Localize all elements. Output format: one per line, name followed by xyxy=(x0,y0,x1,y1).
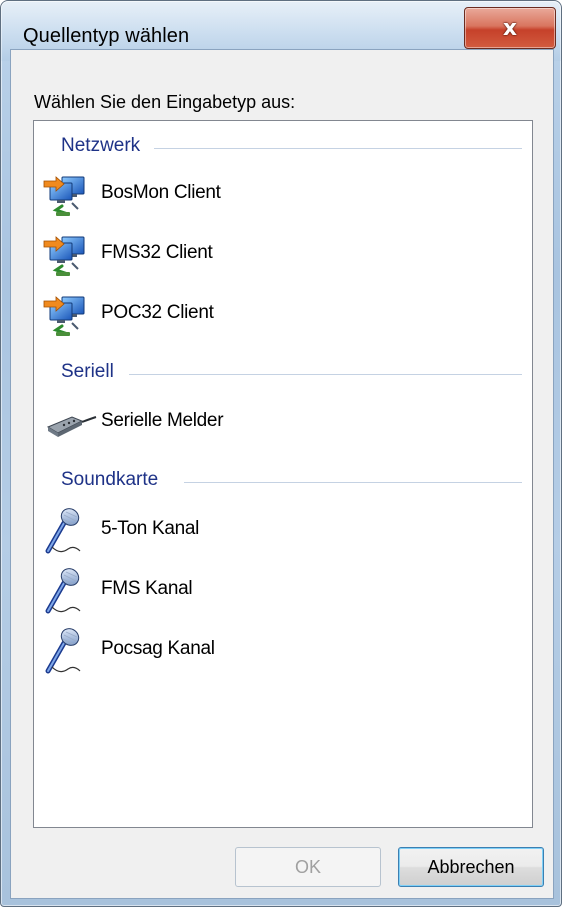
list-item-fms-kanal[interactable]: FMS Kanal xyxy=(42,565,502,617)
list-item-pocsag-kanal[interactable]: Pocsag Kanal xyxy=(42,625,502,677)
dialog-window: Quellentyp wählen x Wählen Sie den Einga… xyxy=(0,0,562,907)
ok-button[interactable]: OK xyxy=(235,847,381,887)
list-item-label: Pocsag Kanal xyxy=(101,638,215,659)
list-item-label: Serielle Melder xyxy=(101,410,224,431)
list-item-bosmon-client[interactable]: BosMon Client xyxy=(42,169,502,221)
group-title: Soundkarte xyxy=(61,469,167,491)
microphone-icon xyxy=(42,625,98,677)
list-item-label: FMS Kanal xyxy=(101,578,193,599)
group-header-netzwerk: Netzwerk xyxy=(34,131,532,161)
network-client-icon xyxy=(42,289,98,341)
group-divider xyxy=(184,482,522,483)
list-item-label: BosMon Client xyxy=(101,182,221,203)
list-item-label: 5-Ton Kanal xyxy=(101,518,200,539)
group-title: Seriell xyxy=(61,361,122,383)
list-item-label: FMS32 Client xyxy=(101,242,213,263)
serial-cable-icon xyxy=(42,397,98,449)
dialog-client-area: Wählen Sie den Eingabetyp aus: Netzwerk … xyxy=(10,49,554,899)
list-item-5-ton-kanal[interactable]: 5-Ton Kanal xyxy=(42,505,502,557)
source-type-list[interactable]: Netzwerk BosMon Client FMS32 Client POC3… xyxy=(33,120,533,828)
microphone-icon xyxy=(42,565,98,617)
list-item-poc32-client[interactable]: POC32 Client xyxy=(42,289,502,341)
group-header-soundkarte: Soundkarte xyxy=(34,465,532,495)
prompt-label: Wählen Sie den Eingabetyp aus: xyxy=(34,92,296,112)
close-button[interactable]: x xyxy=(464,7,556,49)
cancel-button[interactable]: Abbrechen xyxy=(398,847,544,887)
group-title: Netzwerk xyxy=(61,135,149,157)
group-divider xyxy=(154,148,522,149)
group-header-seriell: Seriell xyxy=(34,357,532,387)
microphone-icon xyxy=(42,505,98,557)
list-item-fms32-client[interactable]: FMS32 Client xyxy=(42,229,502,281)
list-item-label: POC32 Client xyxy=(101,302,214,323)
network-client-icon xyxy=(42,169,98,221)
network-client-icon xyxy=(42,229,98,281)
close-icon: x xyxy=(502,15,518,41)
list-item-serielle-melder[interactable]: Serielle Melder xyxy=(42,397,502,449)
group-divider xyxy=(129,374,522,375)
window-title: Quellentyp wählen xyxy=(23,25,190,47)
